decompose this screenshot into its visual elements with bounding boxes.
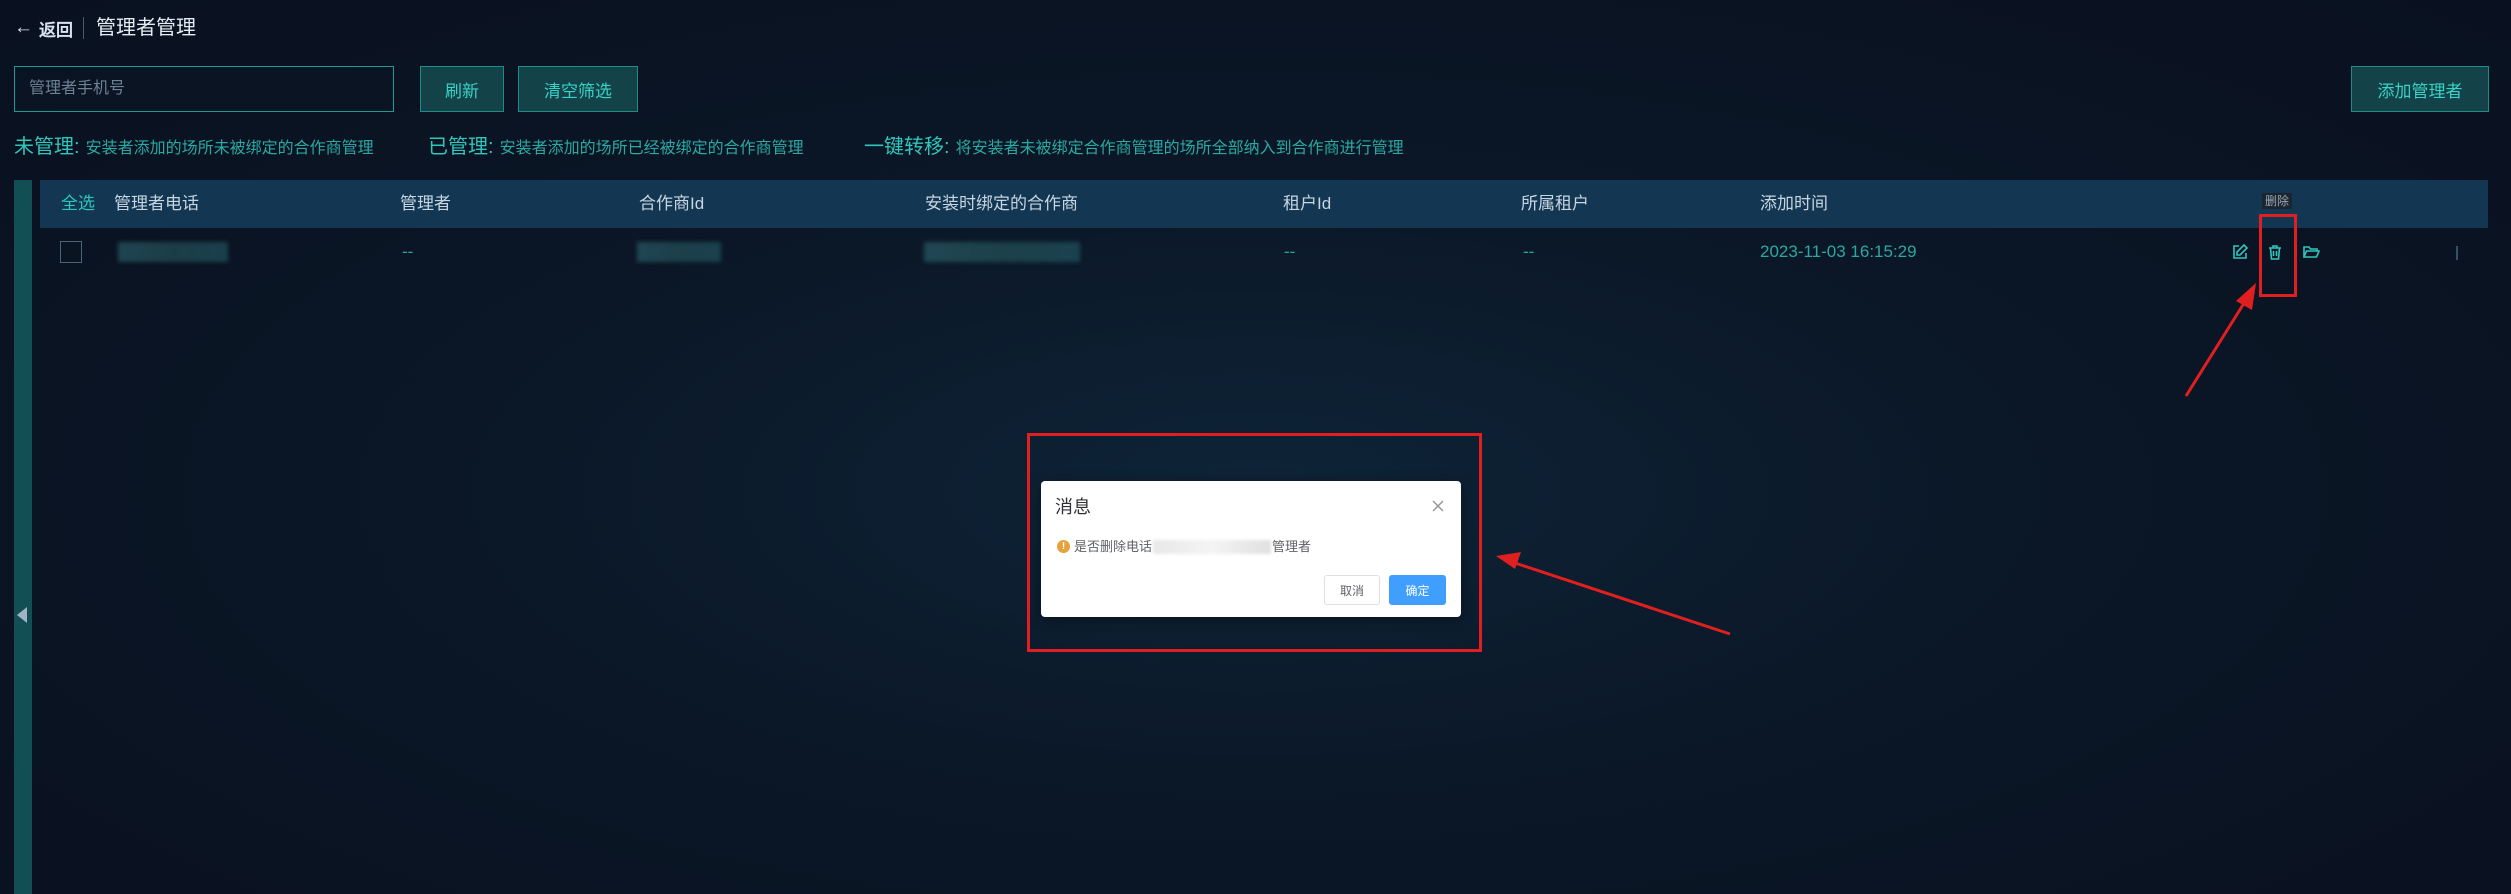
refresh-button[interactable]: 刷新 [420, 66, 504, 112]
phone-search-input[interactable] [14, 66, 394, 112]
edit-icon[interactable] [2229, 241, 2251, 263]
legend-transfer: 一键转移: 将安装者未被绑定合作商管理的场所全部纳入到合作商进行管理 [864, 130, 1404, 158]
legend-desc: 将安装者未被绑定合作商管理的场所全部纳入到合作商进行管理 [955, 140, 1404, 157]
redacted-phone [118, 242, 228, 262]
close-icon[interactable] [1426, 494, 1450, 518]
column-header: 所属租户 [1521, 194, 1589, 213]
column-header: 合作商Id [639, 194, 705, 213]
back-button[interactable]: ← 返回 [14, 14, 73, 42]
legend-key: 已管理: [428, 136, 494, 158]
legend-key: 未管理: [14, 136, 80, 158]
cell-manager: -- [402, 242, 414, 261]
clear-filter-button[interactable]: 清空筛选 [518, 66, 638, 112]
sidebar-collapse-rail[interactable] [14, 180, 32, 894]
cancel-button[interactable]: 取消 [1324, 575, 1380, 605]
column-header: 安装时绑定的合作商 [925, 194, 1078, 213]
column-header: 添加时间 [1760, 194, 1828, 213]
dialog-message: 是否删除电话 管理者 [1074, 537, 1311, 557]
column-header: 管理者电话 [114, 194, 199, 213]
arrow-to-delete [2184, 299, 2248, 397]
redacted-partner [924, 242, 1080, 262]
add-manager-button[interactable]: 添加管理者 [2351, 66, 2489, 112]
column-header: 管理者 [400, 194, 451, 213]
dialog-message-prefix: 是否删除电话 [1074, 539, 1153, 554]
legend-managed: 已管理: 安装者添加的场所已经被绑定的合作商管理 [428, 130, 804, 158]
arrow-left-icon: ← [14, 17, 33, 38]
collapse-left-icon[interactable] [17, 607, 27, 623]
back-label: 返回 [39, 20, 73, 40]
cell-tenant-id: -- [1284, 242, 1296, 261]
warning-icon: ! [1057, 540, 1070, 553]
column-settings-handle[interactable] [2456, 246, 2458, 260]
legend-desc: 安装者添加的场所已经被绑定的合作商管理 [499, 140, 804, 157]
row-checkbox[interactable] [60, 241, 82, 263]
arrow-head-dialog [1496, 552, 1521, 569]
legend-desc: 安装者添加的场所未被绑定的合作商管理 [85, 140, 374, 157]
cell-tenant: -- [1523, 242, 1535, 261]
dialog-message-suffix: 管理者 [1272, 539, 1312, 554]
legend-key: 一键转移: [864, 136, 950, 158]
column-header: 租户Id [1283, 194, 1332, 213]
annotation-highlight-delete [2259, 214, 2297, 297]
delete-tooltip: 删除 [2262, 193, 2293, 209]
header-divider [83, 17, 84, 39]
dialog-title: 消息 [1055, 497, 1091, 517]
arrow-to-dialog [1514, 561, 1731, 636]
redacted-partner-id [637, 242, 721, 262]
page-title: 管理者管理 [96, 17, 196, 39]
folder-open-icon[interactable] [2300, 241, 2322, 263]
cell-added-time: 2023-11-03 16:15:29 [1760, 242, 1917, 261]
legend-unmanaged: 未管理: 安装者添加的场所未被绑定的合作商管理 [14, 130, 374, 158]
arrow-head-delete [2236, 283, 2256, 310]
redacted-phone [1153, 540, 1272, 554]
confirm-button[interactable]: 确定 [1389, 575, 1446, 605]
select-all-checkbox[interactable]: 全选 [61, 180, 95, 228]
